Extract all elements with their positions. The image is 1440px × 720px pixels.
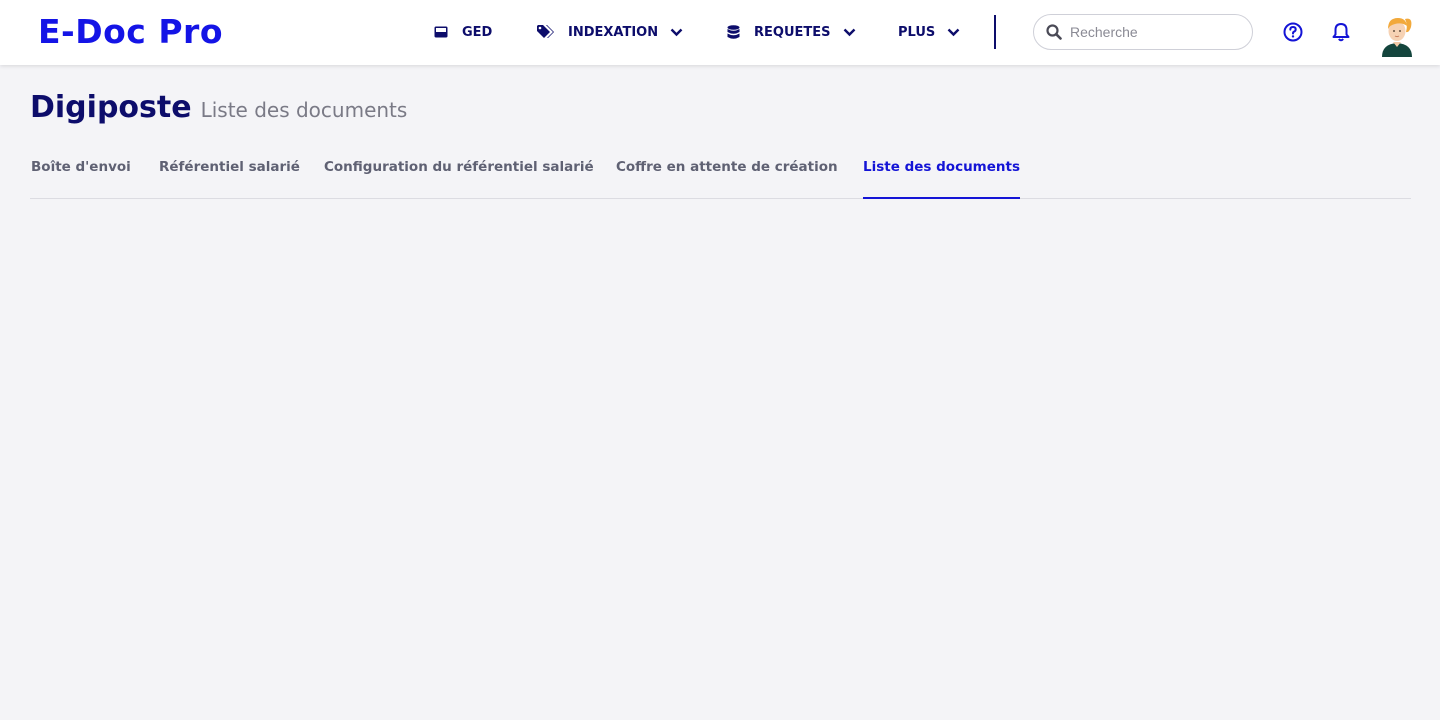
inbox-icon: [433, 24, 449, 40]
app-logo[interactable]: E-Doc Pro: [38, 12, 223, 52]
page-subtitle: Liste des documents: [200, 98, 408, 122]
help-icon[interactable]: [1282, 21, 1304, 43]
nav-plus-label: PLUS: [898, 24, 936, 40]
nav-plus[interactable]: PLUS: [898, 20, 961, 44]
tab-liste-documents[interactable]: Liste des documents: [863, 150, 1021, 199]
nav-ged-label: GED: [462, 24, 493, 40]
nav-divider: [994, 15, 996, 49]
search-icon: [1046, 24, 1062, 40]
nav-indexation-label: INDEXATION: [568, 24, 659, 40]
tab-referentiel-salarie[interactable]: Référentiel salarié: [159, 150, 300, 199]
search-box[interactable]: [1033, 14, 1253, 50]
search-input[interactable]: [1070, 24, 1240, 40]
tab-coffre-attente[interactable]: Coffre en attente de création: [616, 150, 838, 199]
nav-indexation[interactable]: INDEXATION: [537, 20, 684, 44]
nav-requetes[interactable]: REQUETES: [725, 20, 857, 44]
page-title: Digiposte: [30, 90, 192, 125]
database-icon: [725, 24, 741, 40]
tags-icon: [537, 24, 555, 40]
tab-bar: Boîte d'envoi Référentiel salarié Config…: [30, 150, 1411, 199]
chevron-down-icon: [670, 25, 684, 39]
nav-ged[interactable]: GED: [433, 20, 492, 44]
page-header: Digiposte Liste des documents: [30, 90, 407, 125]
nav-requetes-label: REQUETES: [754, 24, 831, 40]
top-navbar: E-Doc Pro GED INDEXATION REQUETES PLUS: [0, 0, 1440, 65]
avatar[interactable]: [1378, 13, 1416, 57]
tab-boite-envoi[interactable]: Boîte d'envoi: [31, 150, 131, 199]
bell-icon[interactable]: [1330, 21, 1352, 43]
chevron-down-icon: [947, 25, 961, 39]
tab-configuration-referentiel[interactable]: Configuration du référentiel salarié: [324, 150, 594, 199]
chevron-down-icon: [843, 25, 857, 39]
